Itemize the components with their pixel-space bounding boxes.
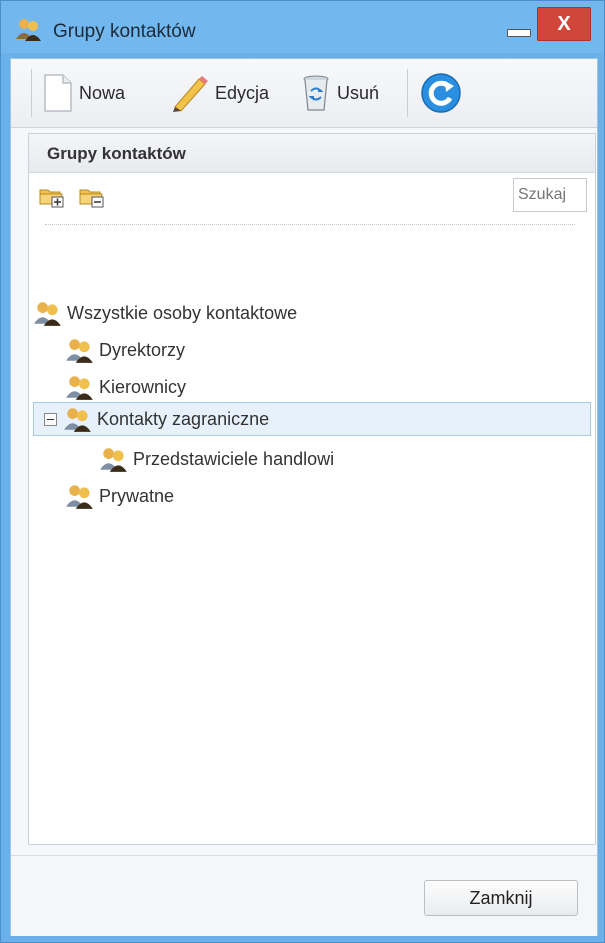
tree-tools (39, 184, 105, 213)
tree-node-managers[interactable]: Kierownicy (65, 370, 186, 404)
refresh-button[interactable] (419, 71, 467, 115)
toolbar-separator (31, 69, 32, 117)
minimize-button[interactable] (507, 29, 531, 37)
contacts-group-icon (66, 485, 93, 509)
tree-node-label: Dyrektorzy (99, 339, 186, 360)
toolbar-separator (407, 69, 408, 117)
dialog-footer: Zamknij (11, 855, 597, 936)
collapse-toggle-icon[interactable] (44, 412, 57, 426)
tree-node-all-contacts[interactable]: Wszystkie osoby kontaktowe (33, 296, 297, 330)
edit-button[interactable]: Edycja (169, 71, 269, 115)
dialog-content: Nowa Edycja Usuń Grupy kontaktów Szukaj … (10, 58, 598, 936)
new-document-icon (44, 74, 72, 112)
contacts-group-icon (64, 408, 91, 432)
tree-node-sales-reps[interactable]: Przedstawiciele handlowi (99, 442, 334, 476)
pencil-icon (173, 76, 208, 112)
panel-title: Grupy kontaktów (47, 144, 186, 163)
tree-node-label: Prywatne (99, 485, 175, 506)
recycle-bin-icon (303, 75, 329, 111)
groups-panel: Grupy kontaktów Szukaj Wszystkie osoby k… (28, 133, 596, 845)
divider (45, 224, 575, 225)
new-button[interactable]: Nowa (41, 71, 125, 115)
delete-button-label: Usuń (337, 82, 380, 103)
tree-node-label: Kontakty zagraniczne (97, 408, 270, 429)
close-window-button[interactable]: X (537, 7, 591, 41)
window-title: Grupy kontaktów (53, 21, 196, 42)
contacts-group-icon (34, 302, 61, 326)
expand-all-icon[interactable] (39, 184, 65, 213)
contacts-group-icon (15, 17, 43, 41)
tree-node-private[interactable]: Prywatne (65, 479, 174, 513)
tree-node-directors[interactable]: Dyrektorzy (65, 333, 185, 367)
collapse-all-icon[interactable] (79, 184, 105, 213)
new-button-label: Nowa (79, 82, 126, 103)
contacts-group-icon (66, 339, 93, 363)
contacts-group-icon (100, 448, 127, 472)
edit-button-label: Edycja (215, 82, 270, 103)
delete-button[interactable]: Usuń (299, 71, 379, 115)
refresh-icon (421, 73, 461, 113)
dialog-window: Grupy kontaktów X Nowa Edycja Usuń Grupy… (0, 0, 605, 943)
tree-node-label: Wszystkie osoby kontaktowe (67, 302, 298, 323)
tree-node-label: Kierownicy (99, 376, 187, 397)
panel-header: Grupy kontaktów (29, 134, 595, 173)
tree-node-label: Przedstawiciele handlowi (133, 448, 335, 469)
close-button[interactable]: Zamknij (424, 880, 578, 916)
search-input[interactable] (513, 178, 587, 212)
tree-node-foreign-contacts[interactable]: Kontakty zagraniczne (33, 402, 591, 436)
title-bar: Grupy kontaktów X (1, 1, 604, 53)
toolbar: Nowa Edycja Usuń (11, 59, 597, 128)
contacts-group-icon (66, 376, 93, 400)
